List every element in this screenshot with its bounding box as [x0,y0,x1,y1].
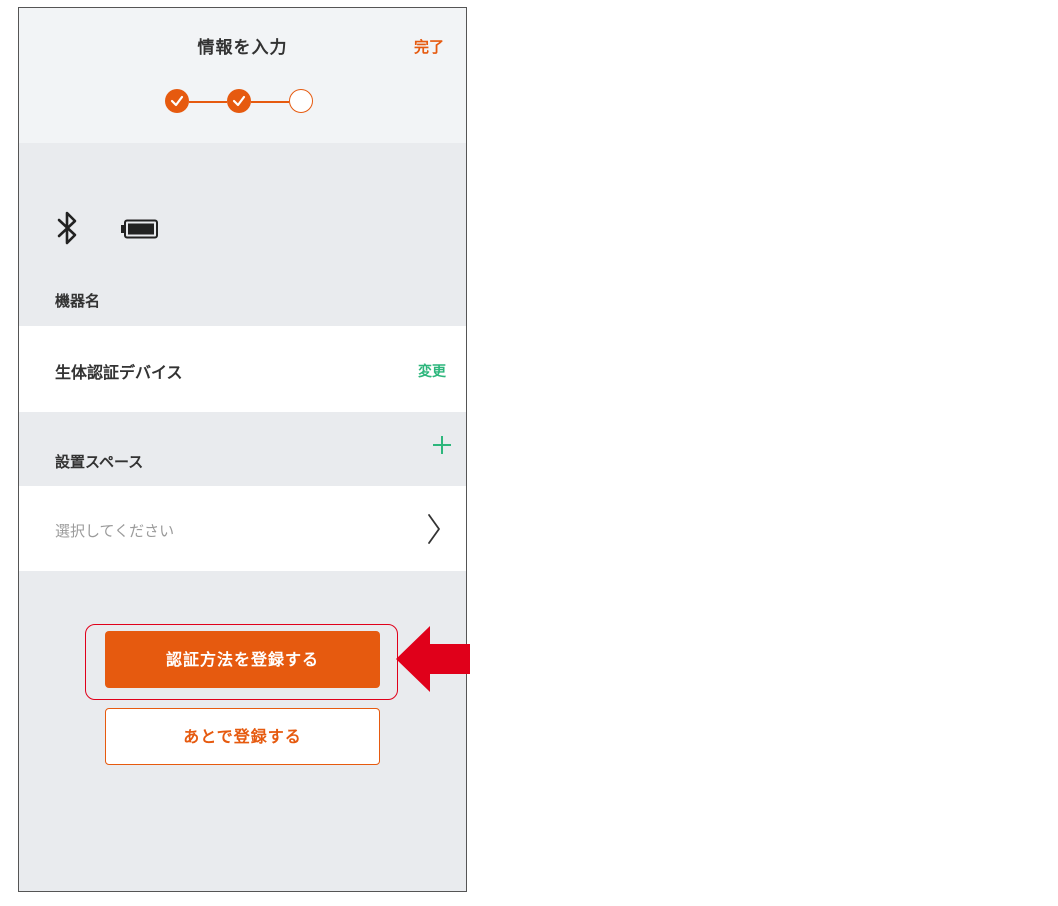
step-2-complete [227,89,251,113]
done-button[interactable]: 完了 [414,36,444,57]
register-auth-button[interactable]: 認証方法を登録する [105,631,380,688]
step-connector [251,101,289,103]
step-connector [189,101,227,103]
install-space-label: 設置スペース [55,453,144,471]
check-icon [232,95,246,107]
device-name-value: 生体認証デバイス [55,363,183,382]
check-icon [170,95,184,107]
register-later-button[interactable]: あとで登録する [105,708,380,765]
device-name-label: 機器名 [55,292,101,310]
step-1-complete [165,89,189,113]
install-space-select[interactable]: 選択してください [19,486,466,571]
pointer-arrow [396,626,470,692]
progress-stepper [165,89,325,115]
change-button[interactable]: 変更 [418,361,446,381]
step-3-current [289,89,313,113]
device-name-row: 生体認証デバイス 変更 [19,326,466,412]
chevron-right-icon[interactable] [427,513,441,545]
page-title: 情報を入力 [197,38,288,58]
bluetooth-icon [57,211,77,245]
install-space-placeholder: 選択してください [55,522,175,540]
phone-screen: 情報を入力 完了 機器名 生体認証デバイス 変更 設置スペース 選択してください… [18,7,467,892]
battery-icon [121,219,158,239]
header: 情報を入力 完了 [19,8,466,143]
plus-icon[interactable] [432,435,452,455]
